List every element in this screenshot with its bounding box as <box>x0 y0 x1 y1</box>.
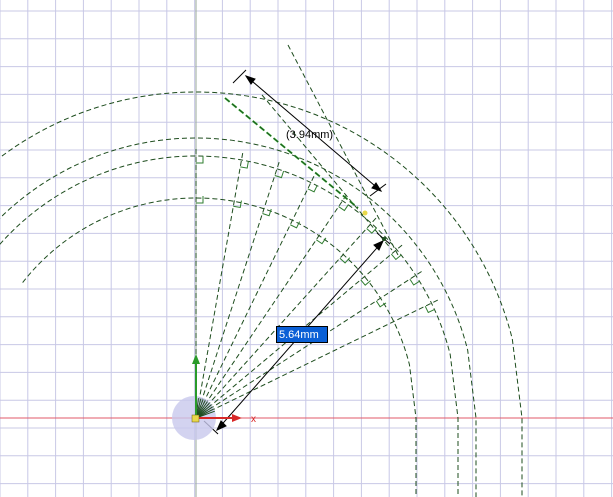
radial-line <box>195 192 349 419</box>
sketch-canvas[interactable]: (3.94mm) x <box>0 0 613 497</box>
x-axis-arrowhead-icon <box>232 414 242 422</box>
radial-line <box>195 269 425 419</box>
perpendicular-constraint-icon <box>360 279 371 286</box>
perpendicular-constraint-icon <box>409 278 420 286</box>
perpendicular-constraint-icon <box>375 300 387 308</box>
x-axis-label: x <box>251 414 256 425</box>
dimension-arrow-icon <box>216 420 227 431</box>
dimension-value-input[interactable] <box>276 326 328 343</box>
radial-line <box>195 173 316 419</box>
reference-dimension-label[interactable]: (3.94mm) <box>286 129 333 141</box>
dimension-arrow-icon <box>373 240 384 251</box>
endpoint-marker <box>362 210 368 216</box>
background-grid <box>0 0 613 497</box>
arc-1 <box>0 91 523 497</box>
perpendicular-constraint-icon <box>196 196 204 204</box>
concentric-arcs[interactable] <box>0 91 523 497</box>
origin-marker[interactable]: x <box>172 354 256 440</box>
arc-2 <box>0 137 477 497</box>
perpendicular-constraint-icon <box>196 156 204 164</box>
dimension-extension-line <box>232 69 247 84</box>
y-axis-arrowhead-icon <box>192 354 200 364</box>
radial-line <box>195 150 244 419</box>
radial-construction-lines[interactable] <box>195 146 441 419</box>
tangent-construction-line-2[interactable] <box>261 94 393 251</box>
perpendicular-constraint-icon <box>315 237 327 245</box>
perpendicular-constraint-icon <box>390 253 402 261</box>
origin-marker-icon <box>191 414 200 423</box>
endpoint-marker <box>382 237 386 241</box>
perpendicular-constraint-icon <box>366 227 377 234</box>
perpendicular-constraint-icon <box>424 305 435 314</box>
perpendicular-constraint-icon <box>339 257 351 264</box>
